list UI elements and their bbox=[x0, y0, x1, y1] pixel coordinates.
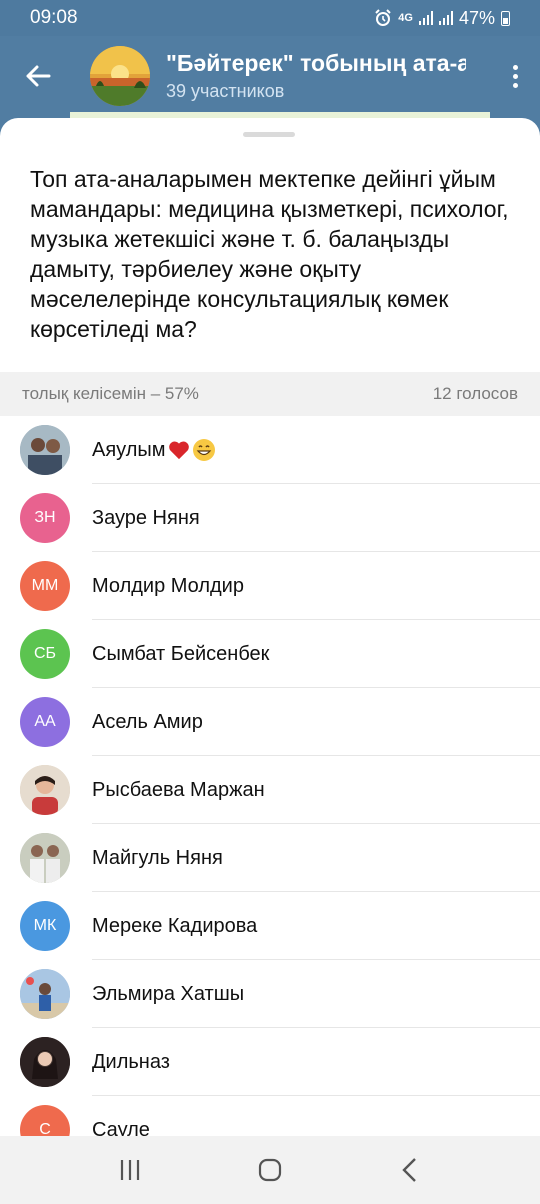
network-type-label: 4G bbox=[398, 12, 413, 24]
system-navigation-bar bbox=[0, 1136, 540, 1204]
voter-row[interactable]: МК Мереке Кадирова bbox=[0, 892, 540, 960]
chat-header: "Бәйтерек" тобының ата-а 39 участников bbox=[0, 36, 540, 116]
voter-row[interactable]: Аяулым bbox=[0, 416, 540, 484]
avatar: ЗН bbox=[20, 493, 70, 543]
home-button[interactable] bbox=[240, 1140, 300, 1200]
voter-name: Майгуль Няня bbox=[92, 846, 223, 869]
voter-row[interactable]: АА Асель Амир bbox=[0, 688, 540, 756]
more-vert-icon bbox=[512, 63, 518, 90]
battery-icon bbox=[501, 10, 510, 26]
chevron-left-icon bbox=[402, 1158, 416, 1182]
voter-row[interactable]: Дильназ bbox=[0, 1028, 540, 1096]
avatar: СБ bbox=[20, 629, 70, 679]
avatar bbox=[20, 969, 70, 1019]
sunset-photo-icon bbox=[90, 46, 150, 106]
voter-row[interactable]: СБ Сымбат Бейсенбек bbox=[0, 620, 540, 688]
voter-name: Аяулым bbox=[92, 438, 216, 462]
more-options-button[interactable] bbox=[490, 36, 540, 116]
poll-results-sheet: Топ ата-аналарымен мектепке дейінгі ұйым… bbox=[0, 118, 540, 1136]
back-arrow-icon bbox=[26, 65, 51, 87]
chat-title: "Бәйтерек" тобының ата-а bbox=[166, 50, 466, 76]
chat-subtitle: 39 участников bbox=[166, 81, 285, 101]
recent-apps-icon bbox=[120, 1160, 140, 1180]
sheet-drag-handle[interactable] bbox=[243, 132, 295, 137]
voter-row[interactable]: Майгуль Няня bbox=[0, 824, 540, 892]
voter-name: Сымбат Бейсенбек bbox=[92, 642, 270, 665]
voter-name: Сауле bbox=[92, 1118, 150, 1137]
avatar bbox=[20, 833, 70, 883]
voter-name: Зауре Няня bbox=[92, 506, 200, 529]
avatar bbox=[20, 425, 70, 475]
voter-row[interactable]: ЗН Зауре Няня bbox=[0, 484, 540, 552]
avatar bbox=[20, 765, 70, 815]
chat-info[interactable]: "Бәйтерек" тобының ата-а 39 участников bbox=[166, 50, 466, 102]
voter-row[interactable]: Эльмира Хатшы bbox=[0, 960, 540, 1028]
voter-name: Мереке Кадирова bbox=[92, 914, 258, 937]
poll-option-header: толық келісемін – 57% 12 голосов bbox=[0, 372, 540, 416]
poll-question: Топ ата-аналарымен мектепке дейінгі ұйым… bbox=[30, 166, 509, 342]
avatar bbox=[20, 1037, 70, 1087]
voter-row[interactable]: С Сауле bbox=[0, 1096, 540, 1136]
recent-apps-button[interactable] bbox=[100, 1140, 160, 1200]
voter-name: Эльмира Хатшы bbox=[92, 982, 245, 1005]
back-button[interactable] bbox=[0, 36, 76, 116]
avatar: ММ bbox=[20, 561, 70, 611]
signal-icon bbox=[418, 11, 433, 25]
group-avatar[interactable] bbox=[90, 46, 150, 106]
avatar: МК bbox=[20, 901, 70, 951]
vote-count: 12 голосов bbox=[432, 384, 518, 403]
voter-list: Аяулым ЗН Зауре Няня ММ Молдир Молдир СБ… bbox=[0, 416, 540, 1136]
avatar: АА bbox=[20, 697, 70, 747]
avatar: С bbox=[20, 1105, 70, 1136]
voter-name: Молдир Молдир bbox=[92, 574, 244, 597]
alarm-icon bbox=[375, 9, 391, 26]
signal-icon-2 bbox=[438, 11, 453, 25]
home-icon bbox=[258, 1158, 282, 1182]
voter-name: Асель Амир bbox=[92, 710, 203, 733]
voter-row[interactable]: Рысбаева Маржан bbox=[0, 756, 540, 824]
status-icons: 4G 47% bbox=[374, 8, 510, 29]
red-heart-icon bbox=[168, 441, 189, 460]
status-bar: 09:08 4G 47% bbox=[0, 0, 540, 36]
system-back-button[interactable] bbox=[380, 1140, 440, 1200]
grinning-face-icon bbox=[192, 439, 215, 461]
voter-row[interactable]: ММ Молдир Молдир bbox=[0, 552, 540, 620]
voter-name: Рысбаева Маржан bbox=[92, 778, 265, 801]
status-time: 09:08 bbox=[30, 7, 78, 28]
option-label: толық келісемін – 57% bbox=[22, 384, 199, 403]
voter-name: Дильназ bbox=[92, 1050, 170, 1073]
battery-percent: 47% bbox=[458, 7, 495, 28]
